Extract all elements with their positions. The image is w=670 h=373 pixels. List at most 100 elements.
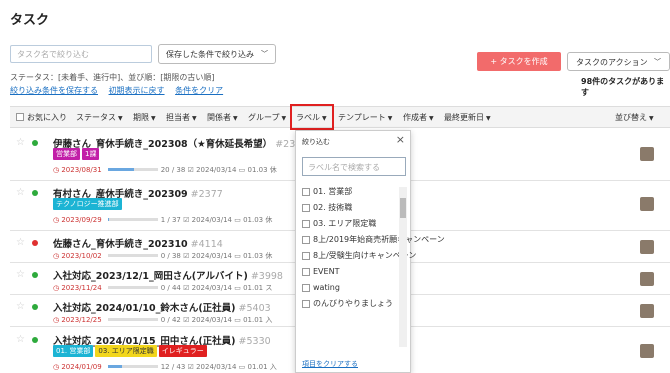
- task-created: 2024/03/14: [191, 252, 232, 260]
- star-icon[interactable]: ☆: [16, 237, 25, 248]
- caret-down-icon: ▼: [486, 115, 491, 122]
- task-folder: 01.01 入: [247, 363, 277, 371]
- scrollbar[interactable]: [399, 187, 407, 347]
- label-badge: 1課: [82, 148, 100, 160]
- folder-icon: ▭: [234, 252, 244, 260]
- status-dot-icon: [32, 272, 38, 278]
- task-progress: 20 / 38: [160, 166, 186, 174]
- updated-filter[interactable]: 最終更新日 ▼: [444, 112, 491, 123]
- label-badge: テクノロジー推進部: [53, 198, 122, 210]
- label-badge: 03. エリア限定職: [95, 345, 157, 357]
- label-option-checkbox[interactable]: [302, 252, 310, 260]
- status-filter[interactable]: ステータス ▼: [76, 112, 123, 123]
- scrollbar-thumb[interactable]: [400, 198, 406, 218]
- deadline-filter[interactable]: 期限 ▼: [133, 112, 156, 123]
- creator-filter[interactable]: 作成者 ▼: [403, 112, 434, 123]
- label-option[interactable]: のんびりやりましょう: [302, 299, 398, 309]
- task-created: 2024/03/14: [196, 166, 237, 174]
- star-icon[interactable]: ☆: [16, 269, 25, 280]
- checklist-icon: ☑: [183, 316, 192, 324]
- reset-filter-link[interactable]: 初期表示に戻す: [109, 86, 165, 95]
- caret-down-icon: ▼: [118, 115, 123, 122]
- label-option[interactable]: 8上/受験生向けキャンペーン: [302, 251, 416, 261]
- label-search-input[interactable]: ラベル名で検索する: [302, 157, 406, 176]
- task-title[interactable]: 入社対応_2024/01/10_鈴木さん(正社員) #5403: [53, 300, 271, 314]
- label-option[interactable]: 8上/2019年始商売祈願キャンペーン: [302, 235, 445, 245]
- label-option[interactable]: EVENT: [302, 267, 398, 277]
- checklist-icon: ☑: [187, 363, 197, 371]
- star-icon[interactable]: ☆: [16, 301, 25, 312]
- create-task-button[interactable]: + タスクを作成: [477, 52, 561, 71]
- label-option-checkbox[interactable]: [302, 284, 310, 292]
- progress-bar: [107, 286, 158, 289]
- task-id: #2377: [190, 189, 223, 200]
- task-search-input[interactable]: タスク名で絞り込む: [10, 45, 152, 63]
- checklist-icon: ☑: [187, 166, 197, 174]
- task-created: 2024/03/14: [196, 363, 237, 371]
- label-option[interactable]: 02. 技術職: [302, 203, 398, 213]
- folder-icon: ▭: [234, 284, 244, 292]
- task-title[interactable]: 入社対応_2023/12/1_岡田さん(アルバイト) #3998: [53, 268, 283, 282]
- task-folder: 01.01 ス: [243, 284, 273, 292]
- caret-down-icon: ▼: [233, 115, 238, 122]
- group-filter-label: グループ: [248, 113, 280, 122]
- star-icon[interactable]: ☆: [16, 187, 25, 198]
- sort-label: 並び替え: [615, 113, 647, 122]
- label-option[interactable]: wating: [302, 283, 398, 293]
- assignee-filter-label: 担当者: [166, 113, 190, 122]
- task-action-dropdown[interactable]: タスクのアクション ﹀: [567, 52, 670, 71]
- related-filter[interactable]: 関係者 ▼: [207, 112, 238, 123]
- label-option-text: EVENT: [313, 267, 340, 276]
- label-option-text: wating: [313, 283, 340, 292]
- task-created: 2024/03/14: [191, 216, 232, 224]
- task-folder: 01.03 休: [247, 166, 277, 174]
- task-title[interactable]: 佐藤さん_育休手続き_202310 #4114: [53, 236, 223, 250]
- filter-links: 絞り込み条件を保存する 初期表示に戻す 条件をクリア: [10, 85, 231, 96]
- label-badge: 01. 営業部: [53, 345, 94, 357]
- clear-labels-link[interactable]: 項目をクリアする: [302, 359, 358, 369]
- assignee-filter[interactable]: 担当者 ▼: [166, 112, 197, 123]
- task-deadline: 2023/11/24: [61, 284, 102, 292]
- label-option-checkbox[interactable]: [302, 268, 310, 276]
- label-filter-highlight: [290, 104, 334, 130]
- avatar: [640, 147, 654, 161]
- label-filter-panel: 絞り込む × ラベル名で検索する 01. 営業部 02. 技術職 03. エリア限定…: [295, 130, 445, 373]
- updated-filter-label: 最終更新日: [444, 113, 484, 122]
- task-badges: 営業部 1課: [53, 148, 101, 160]
- label-option-checkbox[interactable]: [302, 204, 310, 212]
- template-filter-label: テンプレート: [338, 113, 386, 122]
- folder-icon: ▭: [238, 166, 248, 174]
- sort-dropdown[interactable]: 並び替え ▼: [615, 112, 654, 123]
- task-deadline: 2023/09/29: [61, 216, 102, 224]
- task-created: 2024/03/14: [191, 284, 232, 292]
- task-action-label: タスクのアクション: [576, 58, 648, 67]
- favorite-checkbox[interactable]: [16, 113, 24, 121]
- task-folder: 01.03 休: [243, 252, 273, 260]
- label-option-checkbox[interactable]: [302, 236, 310, 244]
- creator-filter-label: 作成者: [403, 113, 427, 122]
- label-option[interactable]: 03. エリア限定職: [302, 219, 398, 229]
- close-icon[interactable]: ×: [396, 133, 405, 146]
- group-filter[interactable]: グループ ▼: [248, 112, 286, 123]
- save-filter-link[interactable]: 絞り込み条件を保存する: [10, 86, 98, 95]
- template-filter[interactable]: テンプレート ▼: [338, 112, 392, 123]
- task-deadline: 2024/01/09: [61, 363, 102, 371]
- label-option-text: 01. 営業部: [313, 187, 353, 196]
- label-option[interactable]: 01. 営業部: [302, 187, 398, 197]
- label-option-checkbox[interactable]: [302, 220, 310, 228]
- chevron-down-icon: ﹀: [654, 58, 661, 66]
- task-progress: 0 / 42: [160, 316, 181, 324]
- caret-down-icon: ▼: [387, 115, 393, 122]
- saved-filter-dropdown[interactable]: 保存した条件で絞り込み ﹀: [158, 44, 276, 64]
- label-option-checkbox[interactable]: [302, 188, 310, 196]
- favorite-filter[interactable]: お気に入り: [16, 112, 67, 123]
- star-icon[interactable]: ☆: [16, 334, 25, 345]
- status-dot-icon: [32, 140, 38, 146]
- clear-filter-link[interactable]: 条件をクリア: [175, 86, 223, 95]
- task-progress: 1 / 37: [160, 216, 181, 224]
- task-id: #4114: [190, 239, 223, 250]
- label-option-checkbox[interactable]: [302, 300, 310, 308]
- star-icon[interactable]: ☆: [16, 137, 25, 148]
- label-badge: イレギュラー: [158, 345, 207, 357]
- task-id: #5403: [238, 303, 271, 314]
